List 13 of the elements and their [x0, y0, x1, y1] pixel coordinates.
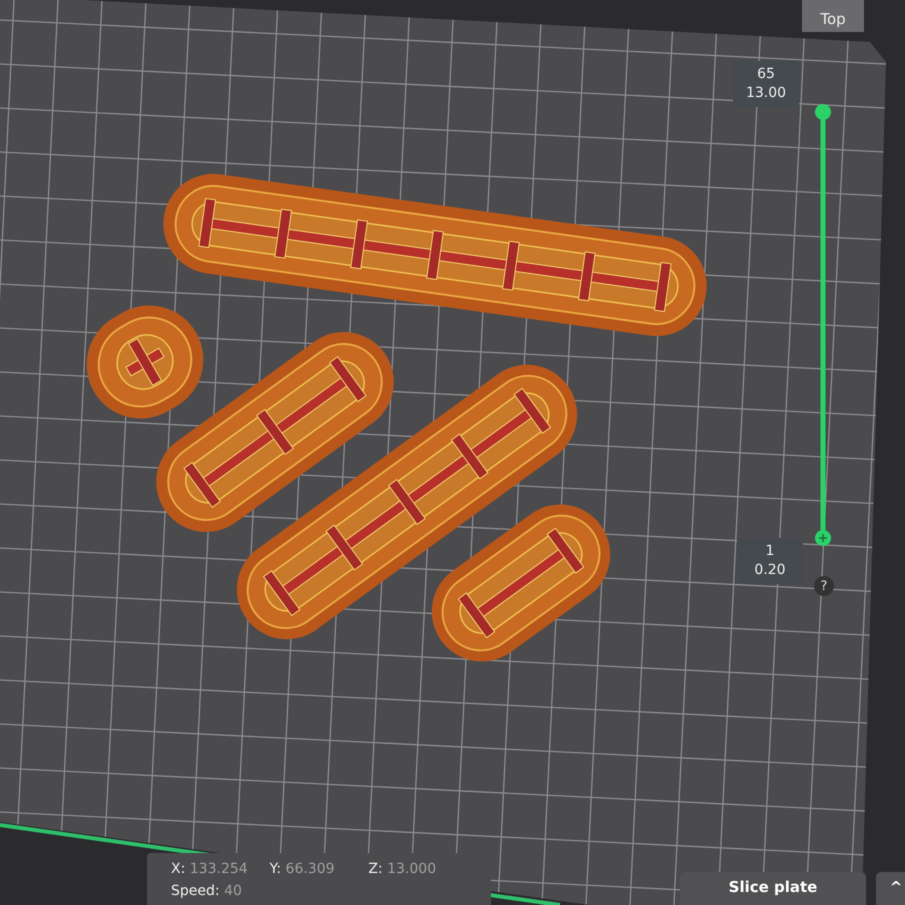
- layer-height: 13.00: [744, 84, 788, 103]
- slice-plate-button[interactable]: Slice plate: [680, 872, 866, 905]
- expand-button[interactable]: ^: [876, 872, 905, 905]
- speed-readout: Speed: 40: [171, 883, 243, 899]
- layer-height: 0.20: [753, 561, 787, 580]
- coordinate-readout: Y: 66.309: [270, 861, 336, 877]
- layer-number: 65: [756, 65, 776, 84]
- view-cube[interactable]: Top: [802, 0, 864, 32]
- slider-handle[interactable]: [815, 530, 831, 546]
- coordinate-readout: X: 133.254: [171, 861, 249, 877]
- coordinate-readout: Z: 13.000: [368, 861, 438, 877]
- slider-handle[interactable]: [815, 104, 831, 120]
- layer-number: 1: [764, 542, 776, 561]
